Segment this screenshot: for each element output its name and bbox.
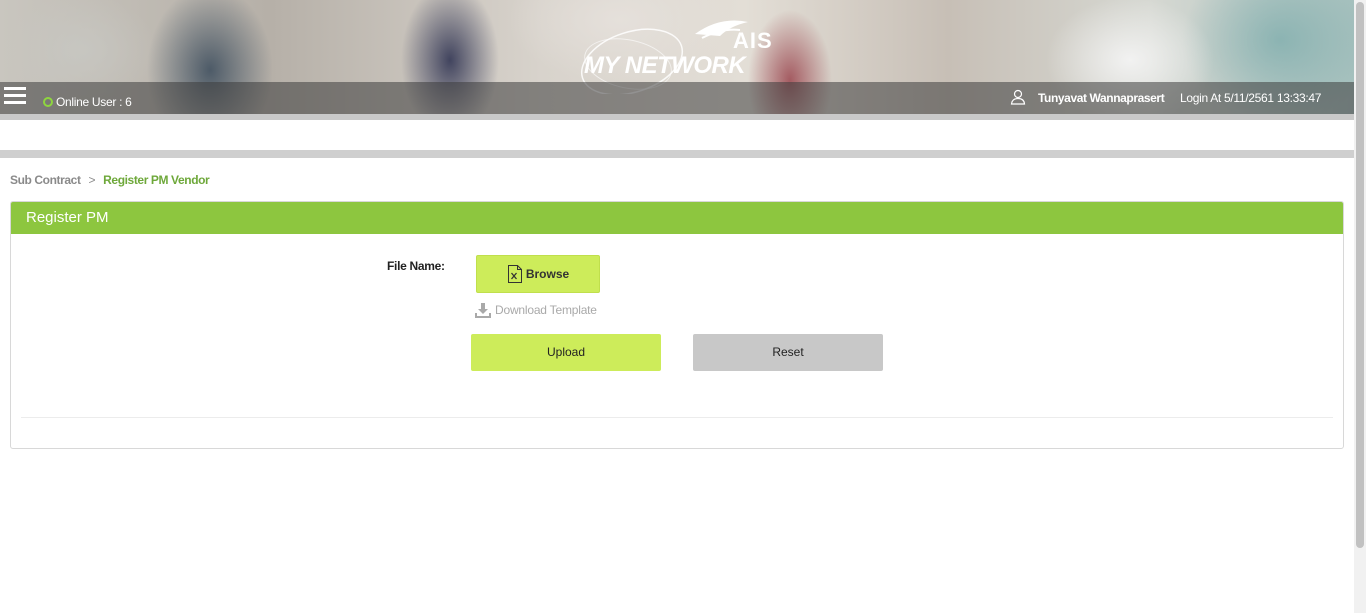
reset-button[interactable]: Reset <box>693 334 883 371</box>
download-icon <box>475 303 491 318</box>
browse-button[interactable]: Browse <box>476 255 600 293</box>
login-timestamp: Login At 5/11/2561 13:33:47 <box>1180 91 1322 105</box>
logo-product: MY NETWORK <box>584 52 746 79</box>
panel-divider <box>21 417 1333 418</box>
register-pm-panel: Register PM File Name: Browse Download T… <box>10 201 1344 449</box>
excel-file-icon <box>507 265 522 283</box>
scrollbar-thumb[interactable] <box>1356 2 1364 548</box>
download-template-label: Download Template <box>495 303 597 317</box>
file-name-label: File Name: <box>387 259 445 273</box>
header-divider <box>0 114 1354 120</box>
user-icon[interactable] <box>1010 89 1026 105</box>
breadcrumb: Sub Contract > Register PM Vendor <box>10 173 210 187</box>
online-user-count: Online User : 6 <box>56 95 132 109</box>
breadcrumb-sub-contract[interactable]: Sub Contract <box>10 173 81 187</box>
upload-button[interactable]: Upload <box>471 334 661 371</box>
online-status-icon <box>43 97 53 107</box>
content-divider <box>0 150 1354 158</box>
user-name[interactable]: Tunyavat Wannaprasert <box>1038 91 1165 105</box>
browse-label: Browse <box>525 267 570 281</box>
breadcrumb-current: Register PM Vendor <box>103 173 210 187</box>
breadcrumb-separator: > <box>88 173 96 187</box>
download-template-link[interactable]: Download Template <box>475 302 597 318</box>
menu-icon[interactable] <box>4 87 26 107</box>
logo-brand: AIS <box>733 28 773 53</box>
panel-title: Register PM <box>11 202 1343 234</box>
page-scrollbar[interactable] <box>1354 0 1366 613</box>
online-user-indicator: Online User : 6 <box>43 95 132 109</box>
